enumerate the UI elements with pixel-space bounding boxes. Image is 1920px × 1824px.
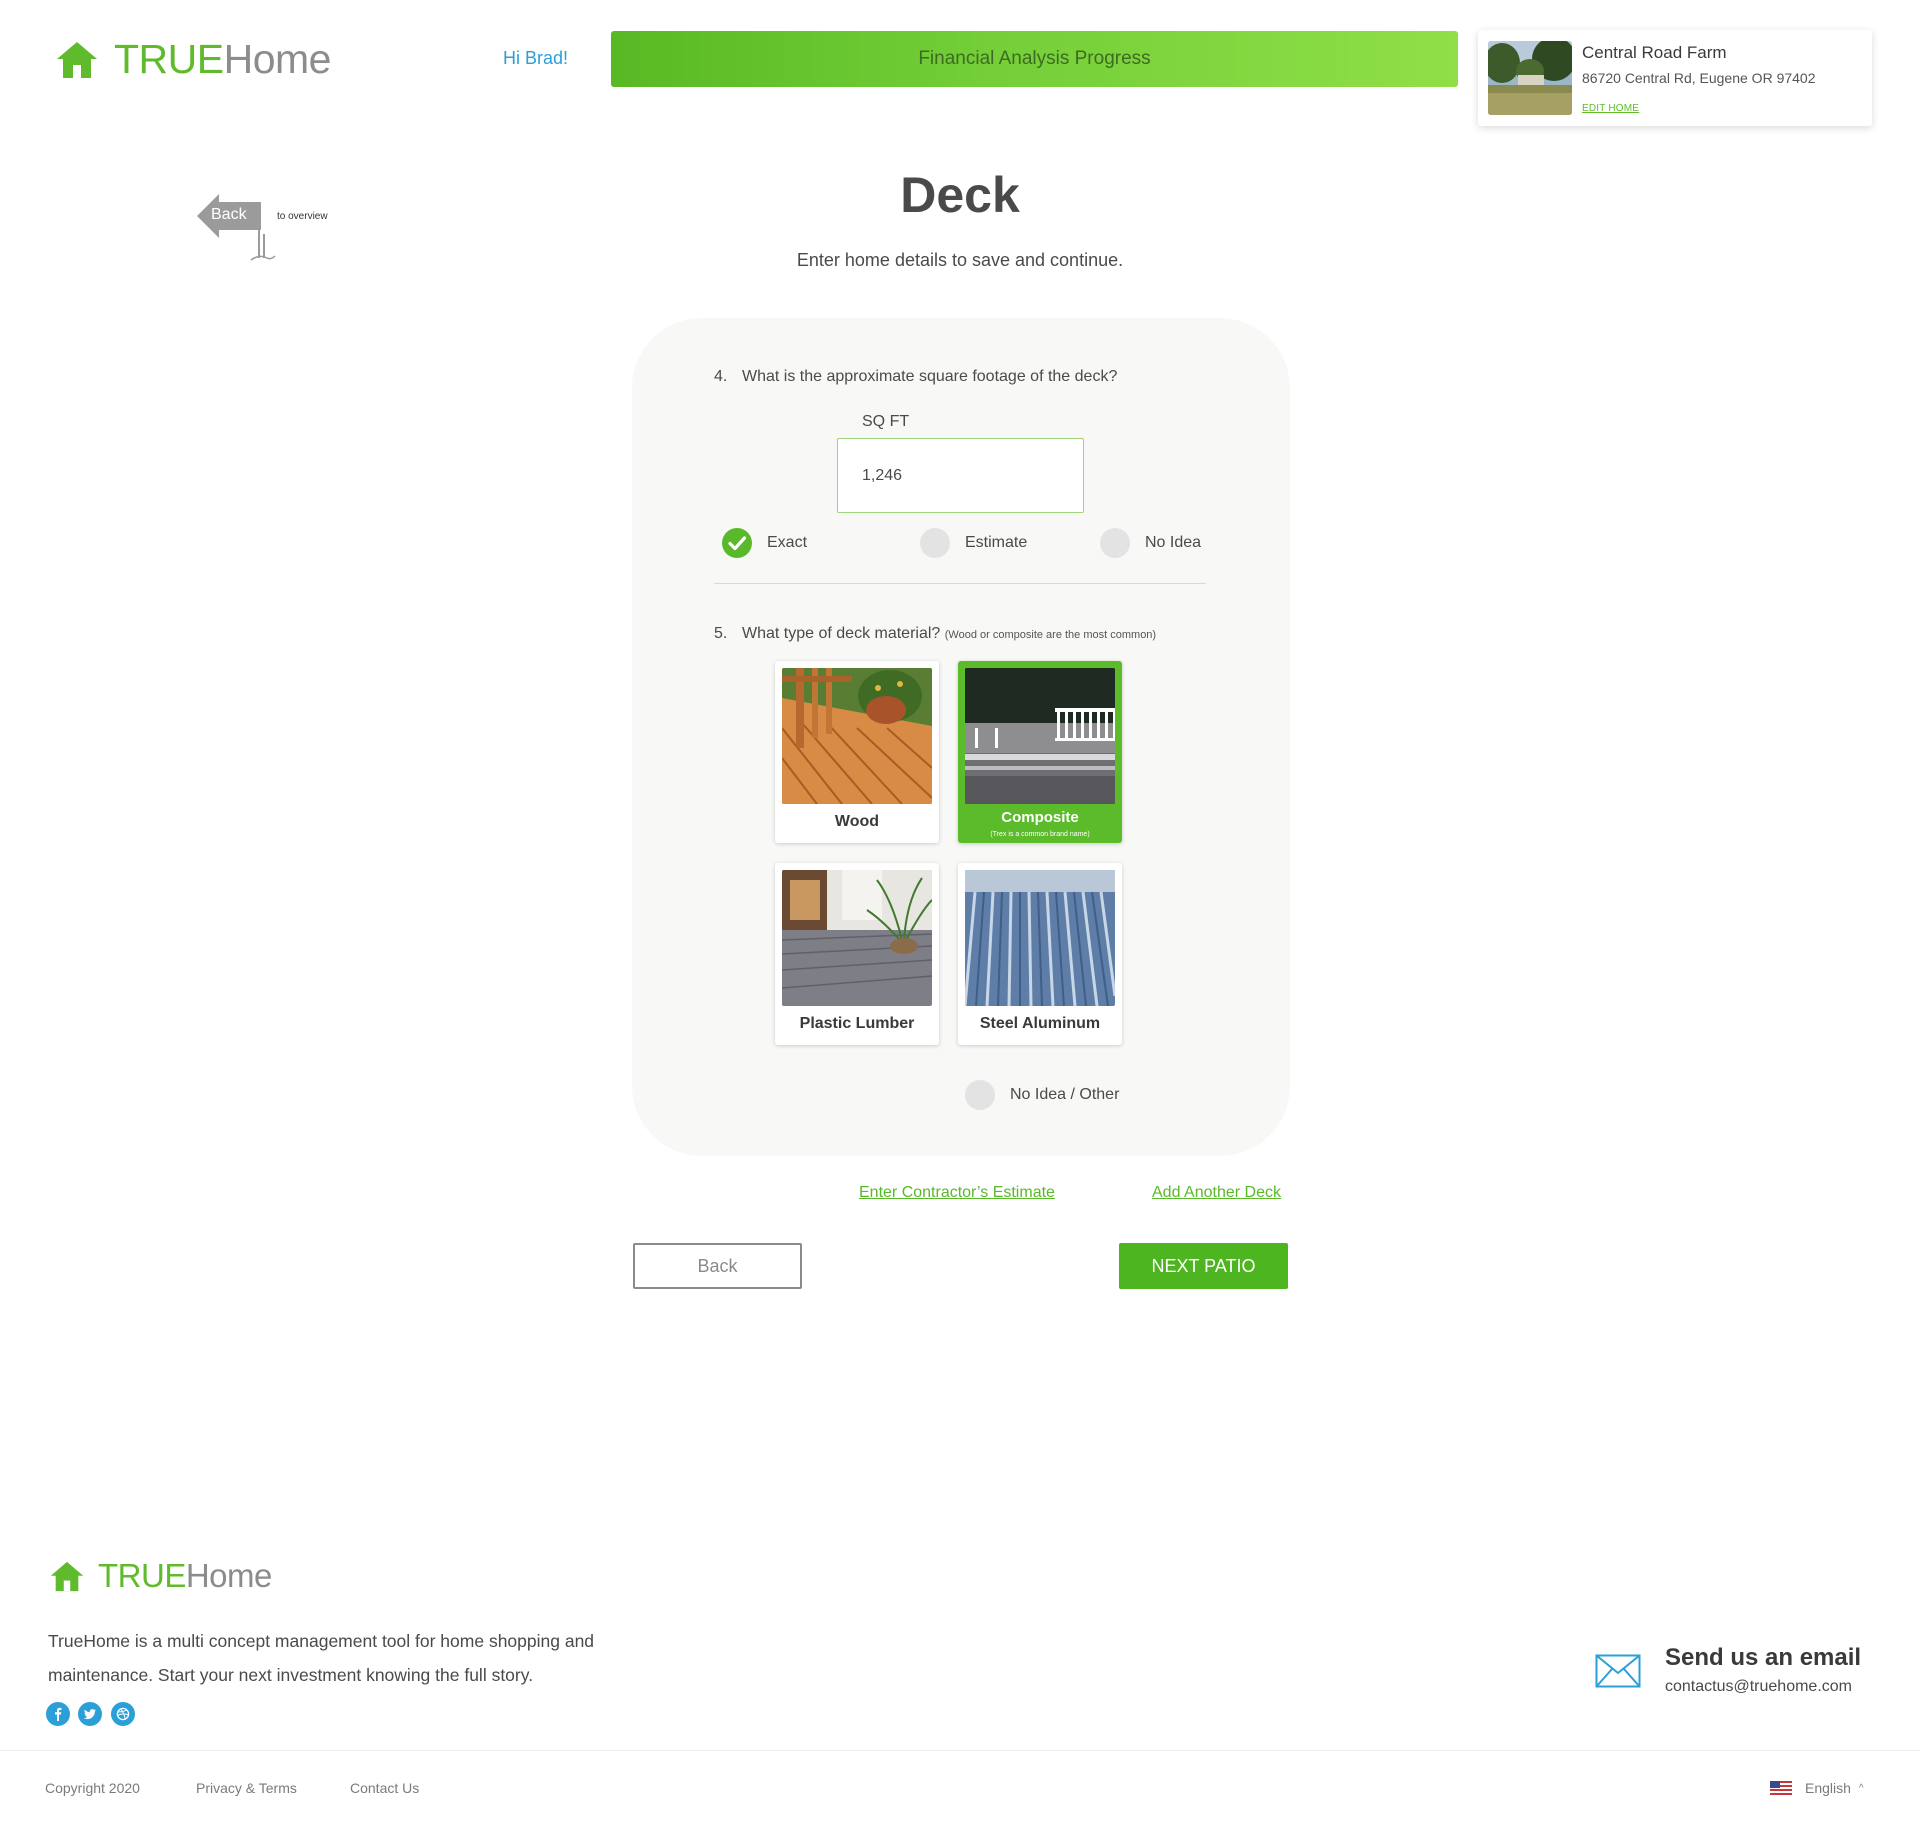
- contact-email-link[interactable]: contactus@truehome.com: [1665, 1678, 1852, 1696]
- question-5-text: What type of deck material?: [742, 625, 941, 642]
- material-label-wood: Wood: [834, 813, 880, 830]
- radio-estimate-label: Estimate: [965, 534, 1028, 551]
- material-option-steel-aluminum[interactable]: Steel Aluminum: [958, 863, 1122, 1045]
- chevron-up-icon: ^: [1858, 1782, 1864, 1794]
- radio-no-idea-other[interactable]: No Idea / Other: [965, 1080, 1119, 1110]
- sqft-label: SQ FT: [862, 413, 910, 430]
- envelope-icon: [1595, 1654, 1641, 1688]
- send-email-title: Send us an email: [1665, 1644, 1862, 1671]
- next-patio-button[interactable]: NEXT PATIO: [1119, 1243, 1288, 1289]
- progress-label: Financial Analysis Progress: [918, 48, 1151, 69]
- footer-logo-wordmark: TRUEHome: [98, 1557, 272, 1594]
- language-selector[interactable]: English ^: [1770, 1780, 1864, 1796]
- question-divider: [714, 583, 1206, 584]
- footer-description: TrueHome is a multi concept management t…: [48, 1631, 595, 1685]
- wood-deck-photo: [782, 668, 932, 804]
- question-5-hint: (Wood or composite are the most common): [944, 629, 1157, 641]
- header-logo[interactable]: TRUEHome: [56, 36, 331, 83]
- home-address: 86720 Central Rd, Eugene OR 97402: [1582, 70, 1816, 86]
- radio-circle-icon: [920, 528, 950, 558]
- material-label-steel-aluminum: Steel Aluminum: [979, 1015, 1101, 1032]
- home-photo: [1488, 41, 1572, 115]
- question-5-number: 5.: [714, 625, 728, 642]
- logo-wordmark: TRUEHome: [114, 36, 331, 82]
- material-note-composite: (Trex is a common brand name): [990, 831, 1090, 838]
- language-label: English: [1805, 1780, 1851, 1796]
- page-subtitle: Enter home details to save and continue.: [796, 250, 1124, 270]
- footer-divider: [0, 1750, 1920, 1751]
- material-option-composite[interactable]: Composite (Trex is a common brand name): [958, 661, 1122, 843]
- facebook-icon[interactable]: [46, 1702, 70, 1726]
- add-another-deck-link[interactable]: Add Another Deck: [1152, 1184, 1281, 1202]
- edit-home-link[interactable]: EDIT HOME: [1582, 103, 1639, 114]
- house-icon: [50, 1561, 84, 1591]
- radio-no-idea[interactable]: No Idea: [1100, 528, 1201, 558]
- check-icon: [722, 528, 752, 558]
- question-5: 5. What type of deck material? (Wood or c…: [714, 625, 1156, 643]
- enter-contractor-estimate-link[interactable]: Enter Contractor’s Estimate: [859, 1184, 1055, 1202]
- footer-logo[interactable]: TRUEHome: [50, 1557, 272, 1595]
- copyright-text: Copyright 2020: [45, 1780, 140, 1796]
- steel-aluminum-deck-photo: [965, 870, 1115, 1006]
- material-option-wood[interactable]: Wood: [775, 661, 939, 843]
- house-icon: [57, 41, 97, 78]
- twitter-icon[interactable]: [78, 1702, 102, 1726]
- question-4-text: What is the approximate square footage o…: [742, 368, 1118, 385]
- radio-circle-icon: [965, 1080, 995, 1110]
- question-4: 4. What is the approximate square footage…: [714, 368, 1117, 386]
- radio-no-idea-other-label: No Idea / Other: [1010, 1086, 1120, 1103]
- plastic-lumber-deck-photo: [782, 870, 932, 1006]
- material-label-plastic-lumber: Plastic Lumber: [799, 1015, 915, 1032]
- financial-progress-bar: Financial Analysis Progress: [611, 31, 1458, 87]
- us-flag-icon: [1770, 1781, 1792, 1795]
- sqft-input[interactable]: [837, 438, 1084, 513]
- composite-deck-photo: [965, 668, 1115, 804]
- contact-us-link[interactable]: Contact Us: [350, 1780, 419, 1796]
- radio-exact[interactable]: Exact: [722, 528, 807, 558]
- page-title: Deck: [900, 167, 1020, 223]
- home-card: Central Road Farm 86720 Central Rd, Euge…: [1478, 30, 1872, 126]
- material-option-plastic-lumber[interactable]: Plastic Lumber: [775, 863, 939, 1045]
- material-label-composite: Composite: [1001, 809, 1079, 826]
- dribbble-icon[interactable]: [111, 1702, 135, 1726]
- radio-no-idea-label: No Idea: [1145, 534, 1202, 551]
- user-greeting[interactable]: Hi Brad!: [503, 48, 568, 69]
- radio-estimate[interactable]: Estimate: [920, 528, 1027, 558]
- radio-circle-icon: [1100, 528, 1130, 558]
- home-name: Central Road Farm: [1582, 43, 1727, 62]
- back-button[interactable]: Back: [633, 1243, 802, 1289]
- question-4-number: 4.: [714, 368, 728, 385]
- privacy-terms-link[interactable]: Privacy & Terms: [196, 1780, 297, 1796]
- radio-exact-label: Exact: [767, 534, 808, 551]
